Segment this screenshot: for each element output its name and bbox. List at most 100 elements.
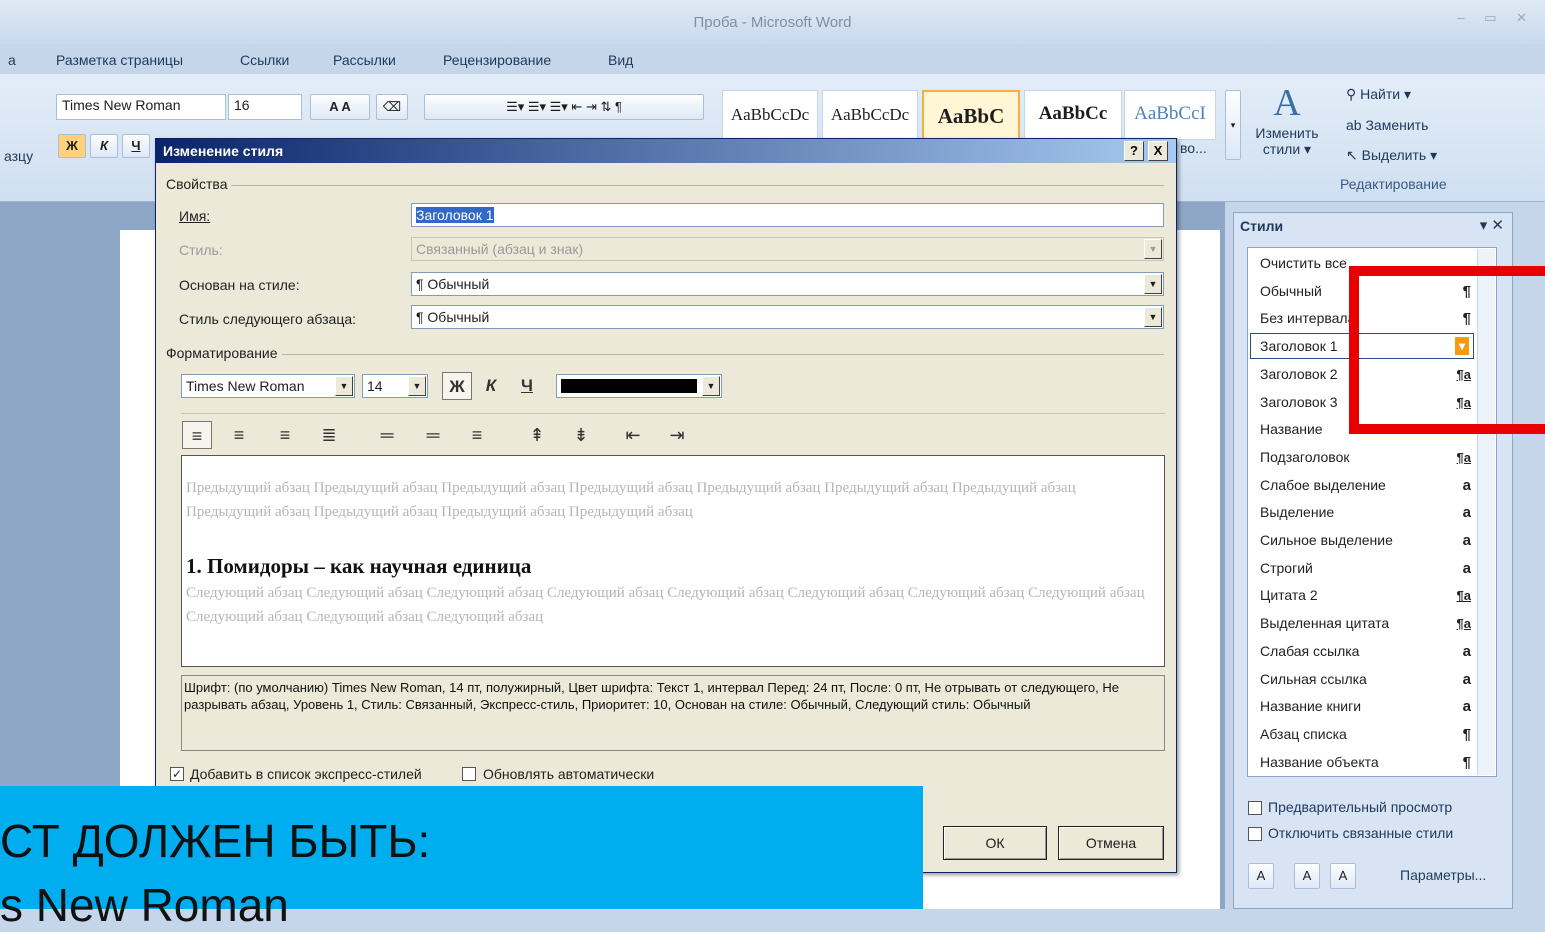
close-icon[interactable]: ▾ ✕ xyxy=(1480,216,1504,234)
style-item-label: Цитата 2 xyxy=(1260,587,1318,604)
style-list-item[interactable]: Строгий a xyxy=(1260,555,1475,582)
disable-linked-label: Отключить связанные стили xyxy=(1268,825,1454,841)
change-styles-label: Изменить стили ▾ xyxy=(1255,125,1319,157)
font-color-swatch xyxy=(561,379,697,393)
style-list-item[interactable]: Выделение a xyxy=(1260,499,1475,526)
linked-style-icon: ¶a xyxy=(1456,616,1471,632)
style-item-label: Выделение xyxy=(1260,504,1335,521)
tab-view[interactable]: Вид xyxy=(608,52,633,68)
next-style-select[interactable]: ¶ Обычный ▼ xyxy=(411,305,1164,329)
increase-indent-icon[interactable]: ⇥ xyxy=(662,421,692,449)
style-preview: Предыдущий абзац Предыдущий абзац Предыд… xyxy=(181,455,1165,667)
align-justify-icon[interactable]: ≣ xyxy=(314,421,344,449)
based-on-label: Основан на стиле: xyxy=(179,277,300,293)
help-button[interactable]: ? xyxy=(1124,141,1144,161)
find-button[interactable]: ⚲ Найти ▾ xyxy=(1346,86,1411,103)
spacing-single-icon[interactable]: ═ xyxy=(372,421,402,449)
ribbon-italic-button[interactable]: К xyxy=(90,134,118,158)
ok-button[interactable]: ОК xyxy=(943,826,1047,860)
params-link[interactable]: Параметры... xyxy=(1400,867,1486,883)
change-styles-icon: A xyxy=(1273,82,1301,124)
font-color-select[interactable]: ▼ xyxy=(556,374,722,398)
highlight-frame xyxy=(1349,266,1545,434)
align-right-icon[interactable]: ≡ xyxy=(270,421,300,449)
ribbon-font-size[interactable]: 16 xyxy=(228,94,302,120)
style-list-item[interactable]: Выделенная цитата ¶a xyxy=(1260,610,1475,637)
style-tile-normal[interactable]: AaBbCcDc xyxy=(722,90,818,140)
add-quick-styles-label: Добавить в список экспресс-стилей xyxy=(190,766,422,782)
cancel-button[interactable]: Отмена xyxy=(1058,826,1164,860)
formatting-group: Форматирование xyxy=(166,345,282,361)
paragraph-tools-icon[interactable]: ☰▾ ☰▾ ☰▾ ⇤ ⇥ ⇅ ¶ xyxy=(424,94,704,120)
binoculars-icon: ⚲ xyxy=(1346,86,1361,102)
style-tile-title[interactable]: AaBbCcI xyxy=(1124,90,1216,140)
character-style-icon: a xyxy=(1462,559,1471,577)
tab-references[interactable]: Ссылки xyxy=(240,52,289,68)
align-left-icon[interactable]: ≡ xyxy=(182,421,212,449)
styles-scroll-arrow[interactable]: ▾ xyxy=(1225,90,1241,160)
dialog-italic-button[interactable]: К xyxy=(476,372,506,400)
style-tile-heading1[interactable]: AaBbC xyxy=(922,90,1020,140)
style-item-label: Слабое выделение xyxy=(1260,476,1386,493)
ribbon-left-fragment: азцу xyxy=(4,148,34,164)
replace-button[interactable]: ab Заменить xyxy=(1346,117,1428,133)
style-list-item[interactable]: Сильная ссылка a xyxy=(1260,666,1475,693)
ribbon-bold-button[interactable]: Ж xyxy=(58,134,86,158)
style-list-item[interactable]: Сильное выделение a xyxy=(1260,527,1475,554)
change-styles-button[interactable]: A Изменить стили ▾ xyxy=(1246,80,1328,176)
style-tile-no-spacing[interactable]: AaBbCcDc xyxy=(822,90,918,140)
editing-group-label: Редактирование xyxy=(1340,176,1447,192)
style-item-label: Сильное выделение xyxy=(1260,532,1393,548)
add-quick-styles-checkbox[interactable]: ✓ xyxy=(170,767,184,781)
window-controls[interactable]: – ▭ ✕ xyxy=(1457,10,1535,26)
manage-styles-icon[interactable]: A xyxy=(1330,863,1356,889)
banner-line-1: СТ ДОЛЖЕН БЫТЬ: xyxy=(0,815,431,867)
style-list-item[interactable]: Цитата 2 ¶a xyxy=(1260,582,1475,609)
linked-style-icon: ¶a xyxy=(1456,449,1471,465)
grow-shrink-font-icon[interactable]: A A xyxy=(310,94,370,120)
space-before-icon[interactable]: ⇞ xyxy=(522,421,552,449)
style-list-item[interactable]: Название объекта ¶ xyxy=(1260,749,1475,776)
banner-line-2: s New Roman xyxy=(0,879,289,931)
select-button[interactable]: ↖ Выделить ▾ xyxy=(1346,147,1437,164)
dialog-font-name[interactable]: Times New Roman ▼ xyxy=(181,374,355,398)
dialog-bold-button[interactable]: Ж xyxy=(442,372,472,400)
auto-update-checkbox[interactable] xyxy=(462,767,476,781)
style-item-label: Абзац списка xyxy=(1260,725,1347,742)
tab-page-layout[interactable]: Разметка страницы xyxy=(56,52,183,68)
ribbon-tabs: а Разметка страницы Ссылки Рассылки Реце… xyxy=(0,44,1545,74)
spacing-onehalf-icon[interactable]: ═ xyxy=(418,421,448,449)
style-list-item[interactable]: Подзаголовок ¶a xyxy=(1260,444,1475,471)
style-inspector-icon[interactable]: A xyxy=(1294,863,1320,889)
ribbon-font-name[interactable]: Times New Roman xyxy=(56,94,226,120)
preview-checkbox[interactable] xyxy=(1248,801,1262,815)
spacing-double-icon[interactable]: ≡ xyxy=(462,421,492,449)
paragraph-style-icon: ¶ xyxy=(1462,725,1471,743)
style-list-item[interactable]: Слабое выделение a xyxy=(1260,472,1475,499)
new-style-icon[interactable]: A xyxy=(1248,863,1274,889)
space-after-icon[interactable]: ⇟ xyxy=(566,421,596,449)
style-list-item[interactable]: Абзац списка ¶ xyxy=(1260,721,1475,748)
ribbon-underline-button[interactable]: Ч xyxy=(122,134,150,158)
styles-more-fragment: во... xyxy=(1180,140,1207,156)
character-style-icon: a xyxy=(1462,532,1471,549)
dialog-font-size[interactable]: 14 ▼ xyxy=(362,374,428,398)
name-input[interactable]: Заголовок 1 xyxy=(411,203,1164,227)
style-item-label: Очистить все xyxy=(1260,255,1347,271)
dialog-close-button[interactable]: X xyxy=(1148,141,1168,161)
based-on-select[interactable]: ¶ Обычный ▼ xyxy=(411,272,1164,296)
disable-linked-checkbox[interactable] xyxy=(1248,827,1262,841)
style-list-item[interactable]: Название книги a xyxy=(1260,693,1475,720)
dialog-underline-button[interactable]: Ч xyxy=(512,372,542,400)
tab-mailings[interactable]: Рассылки xyxy=(333,52,396,68)
clear-format-icon[interactable]: ⌫ xyxy=(376,94,408,120)
tab-review[interactable]: Рецензирование xyxy=(443,52,551,68)
window-title: Проба - Microsoft Word xyxy=(693,14,852,31)
tab-partial[interactable]: а xyxy=(8,52,16,68)
caption-banner: СТ ДОЛЖЕН БЫТЬ: s New Roman xyxy=(0,786,923,931)
decrease-indent-icon[interactable]: ⇤ xyxy=(618,421,648,449)
style-tile-heading2[interactable]: AaBbCc xyxy=(1024,90,1122,140)
align-center-icon[interactable]: ≡ xyxy=(224,421,254,449)
chevron-down-icon: ▼ xyxy=(408,376,426,396)
style-list-item[interactable]: Слабая ссылка a xyxy=(1260,638,1475,665)
